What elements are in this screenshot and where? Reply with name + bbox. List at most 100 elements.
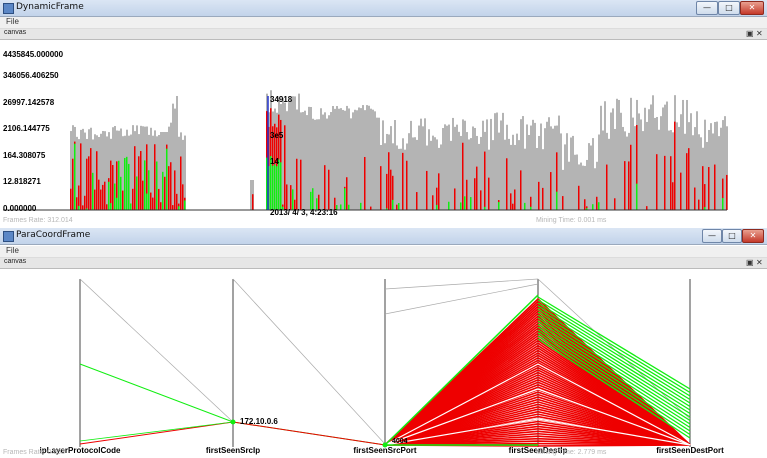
bar-green [114,183,116,210]
bar-red [476,166,478,210]
bar-gray [282,98,284,210]
bar-gray [374,111,376,210]
bar-red [416,192,418,210]
bar-gray [568,161,570,210]
y-tick-label: 0.000000 [3,204,37,213]
bar-red [164,176,166,210]
bar-red [154,144,156,210]
bar-gray [558,115,560,210]
bar-red [402,152,404,210]
canvas-close-button[interactable]: ✕ [756,29,763,39]
bar-gray [404,149,406,210]
bar-gray [622,126,624,210]
bar-green [448,201,450,210]
bar-gray [554,125,556,210]
bar-red [72,158,74,210]
canvas-close-button[interactable]: ✕ [756,258,763,268]
bar-red [630,144,632,210]
histogram-chart[interactable]: 4435845.000000 346056.406250 26997.142578 2… [0,40,767,226]
bar-gray [322,114,324,210]
bar-gray [614,128,616,210]
bar-gray [316,119,318,210]
bar-green [136,176,138,210]
bar-red [296,158,298,210]
bar-gray [546,121,548,210]
window-title: ParaCoordFrame [16,230,91,240]
bar-red [90,148,92,210]
bar-red [628,161,630,210]
bar-red [180,156,182,210]
bar-green [598,202,600,210]
bar-red [674,121,676,210]
bar-gray [700,137,702,210]
bar-gray [712,133,714,210]
bar-green [348,204,350,210]
maximize-button[interactable]: □ [718,1,740,15]
bar-gray [618,99,620,210]
bar-gray [644,107,646,210]
bar-green [120,176,122,210]
bar-gray [446,125,448,210]
bar-gray [478,143,480,210]
bar-red [484,151,486,210]
bar-red [624,161,626,210]
file-menu[interactable]: File [6,246,19,255]
bar-red [160,202,162,210]
minimize-button[interactable]: — [696,1,718,15]
dynamic-frame-titlebar[interactable]: DynamicFrame — □ ✕ [0,0,767,17]
bar-red [584,199,586,210]
bar-red [714,164,716,210]
bar-gray [602,130,604,210]
bar-red [488,177,490,210]
close-button[interactable]: ✕ [740,1,764,15]
bar-gray [710,123,712,210]
canvas-restore-button[interactable]: ▣ [746,258,754,268]
bar-gray [536,147,538,210]
bar-green [162,171,164,210]
bar-red [94,189,96,210]
bar-red [172,205,174,210]
bar-green [110,203,112,210]
bar-green [166,148,168,210]
bar-red [88,156,90,210]
bar-green [74,143,76,210]
y-tick-label: 164.308075 [3,151,46,160]
bar-gray [676,122,678,210]
bar-red [514,189,516,210]
bar-red [688,148,690,210]
file-menu[interactable]: File [6,17,19,26]
minimize-button[interactable]: — [702,229,722,243]
bar-red [670,156,672,210]
bar-gray [408,133,410,210]
bar-red [614,198,616,210]
bar-gray [410,120,412,210]
bar-red [140,151,142,210]
bar-gray [492,140,494,210]
bar-gray [560,133,562,210]
bar-gray [160,132,162,210]
bar-red [346,177,348,210]
bar-gray [366,105,368,210]
bar-gray [522,116,524,210]
bar-green [592,204,594,210]
bar-red [596,196,598,210]
bar-gray [384,143,386,210]
bar-gray [334,108,336,210]
bar-gray [338,108,340,210]
close-button[interactable]: ✕ [742,229,764,243]
bar-green [278,159,280,210]
parallel-coordinates-chart[interactable]: ipLayerProtocolCode firstSeenSrcIp firstSe… [0,269,767,457]
paracoord-frame-titlebar[interactable]: ParaCoordFrame — □ ✕ [0,228,767,245]
bar-gray [382,120,384,210]
maximize-button[interactable]: □ [722,229,742,243]
bar-red [390,169,392,210]
bar-gray [490,118,492,210]
bar-gray [698,134,700,210]
bar-red [578,185,580,210]
bar-gray [552,128,554,210]
canvas-titlebar: canvas ▣ ✕ [0,258,767,269]
bar-red [656,154,658,210]
canvas-restore-button[interactable]: ▣ [746,29,754,39]
bar-gray [378,117,380,210]
bar-red [324,165,326,210]
